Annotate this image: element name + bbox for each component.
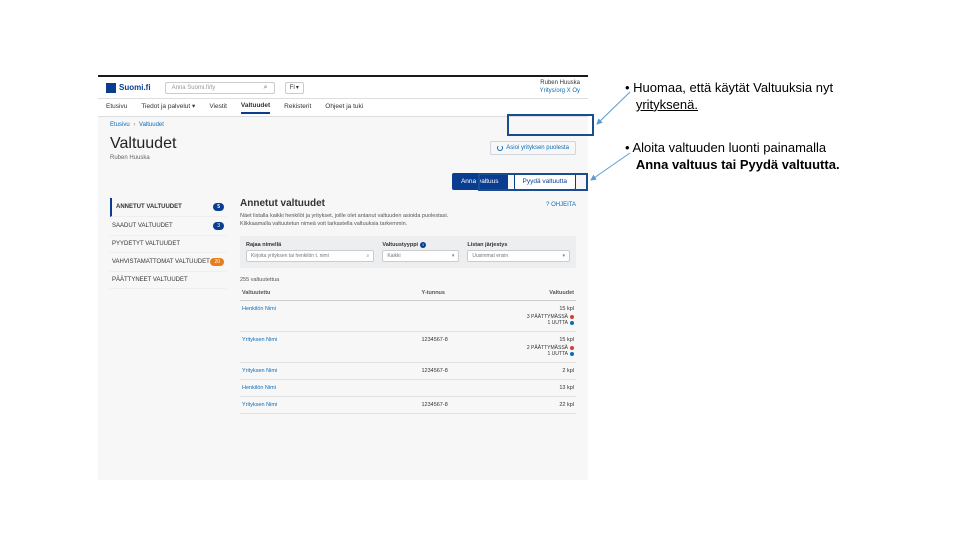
breadcrumb: Etusivu › Valtuudet: [98, 117, 588, 133]
sidebar-saadut[interactable]: SAADUT VALTUUDET3: [110, 217, 226, 236]
info-icon: i: [420, 242, 426, 248]
main-nav: Etusivu Tiedot ja palvelut ▾ Viestit Val…: [98, 99, 588, 117]
filter-sort-select[interactable]: Uusimmat ensin▾: [467, 250, 570, 262]
crumb-sep: ›: [133, 122, 135, 128]
result-count: 255 valtuutettua: [240, 274, 576, 286]
table-row[interactable]: Henkilön Nimi13 kpl: [240, 380, 576, 397]
search-icon: ⌕: [367, 253, 370, 259]
table-row[interactable]: Henkilön Nimi15 kpl3 PÄÄTTYMÄSSÄ1 UUTTA: [240, 301, 576, 332]
annotation-1: • Huomaa, että käytät Valtuuksia nyt yri…: [625, 80, 935, 114]
badge: 20: [210, 258, 224, 266]
search-placeholder: Anna Suomi.fi/ty: [172, 85, 216, 91]
badge: 5: [213, 203, 224, 211]
table-header: Valtuutettu Y-tunnus Valtuudet: [240, 286, 576, 301]
search-icon: ⌕: [264, 84, 268, 92]
nav-ohjeet[interactable]: Ohjeet ja tuki: [325, 103, 363, 113]
help-icon: ?: [546, 202, 549, 208]
action-buttons: Anna valtuus Pyydä valtuutta: [98, 169, 588, 198]
table-row[interactable]: Yrityksen Nimi1234567-82 kpl: [240, 363, 576, 380]
chevron-down-icon: ▾: [296, 84, 299, 91]
table-row[interactable]: Yrityksen Nimi1234567-815 kpl2 PÄÄTTYMÄS…: [240, 332, 576, 363]
app-screenshot: Suomi.fi Anna Suomi.fi/ty ⌕ FI▾ Ruben Hu…: [98, 75, 588, 480]
content-title: Annetut valtuudet: [240, 198, 325, 209]
logo-text: Suomi.fi: [119, 83, 151, 92]
main-area: ANNETUT VALTUUDET5 SAADUT VALTUUDET3 PYY…: [98, 198, 588, 414]
nav-tiedot[interactable]: Tiedot ja palvelut ▾: [141, 102, 195, 113]
content-desc: Näet listalla kaikki henkilöt ja yrityks…: [240, 213, 576, 228]
anna-valtuus-button[interactable]: Anna valtuus: [452, 173, 508, 190]
sidebar-paattyneet[interactable]: PÄÄTTYNEET VALTUUDET: [110, 272, 226, 289]
chevron-down-icon: ▾: [562, 253, 565, 259]
user-name: Ruben Huuska: [540, 80, 580, 87]
page-header: Valtuudet Ruben Huuska Asioi yrityksen p…: [98, 133, 588, 169]
logo-icon: [106, 83, 116, 93]
nav-valtuudet[interactable]: Valtuudet: [241, 102, 270, 114]
sidebar-pyydetyt[interactable]: PYYDETYT VALTUUDET: [110, 236, 226, 253]
badge: 3: [213, 222, 224, 230]
filter-bar: Rajaa nimellä Kirjoita yrityksen tai hen…: [240, 236, 576, 268]
crumb-current: Valtuudet: [139, 122, 164, 128]
sidebar-vahvistamattomat[interactable]: VAHVISTAMATTOMAT VALTUUDET20: [110, 253, 226, 272]
search-input[interactable]: Anna Suomi.fi/ty ⌕: [165, 82, 275, 94]
filter-name-label: Rajaa nimellä: [246, 242, 374, 248]
pyyda-valtuutta-button[interactable]: Pyydä valtuutta: [514, 173, 576, 190]
logo[interactable]: Suomi.fi: [106, 83, 151, 93]
user-info[interactable]: Ruben Huuska Yritys/org X Oy: [540, 80, 580, 94]
chevron-down-icon: ▾: [452, 253, 455, 259]
sidebar-annetut[interactable]: ANNETUT VALTUUDET5: [110, 198, 226, 217]
user-org: Yritys/org X Oy: [540, 88, 580, 95]
table-row[interactable]: Yrityksen Nimi1234567-822 kpl: [240, 397, 576, 414]
page-subtitle: Ruben Huuska: [110, 155, 176, 161]
help-link[interactable]: ? OHJEITA: [546, 202, 576, 208]
chevron-down-icon: ▾: [192, 103, 195, 110]
language-select[interactable]: FI▾: [285, 82, 304, 94]
switch-company-button[interactable]: Asioi yrityksen puolesta: [490, 141, 576, 155]
results-table: Valtuutettu Y-tunnus Valtuudet Henkilön …: [240, 286, 576, 414]
sidebar: ANNETUT VALTUUDET5 SAADUT VALTUUDET3 PYY…: [110, 198, 226, 414]
filter-type-select[interactable]: Kaikki▾: [382, 250, 459, 262]
crumb-home[interactable]: Etusivu: [110, 122, 130, 128]
nav-etusivu[interactable]: Etusivu: [106, 103, 127, 113]
filter-type-label: Valtuustyyppii: [382, 242, 459, 248]
refresh-icon: [497, 145, 503, 151]
topbar: Suomi.fi Anna Suomi.fi/ty ⌕ FI▾ Ruben Hu…: [98, 77, 588, 99]
page-title: Valtuudet: [110, 135, 176, 153]
nav-viestit[interactable]: Viestit: [209, 103, 227, 113]
filter-sort-label: Listan järjestys: [467, 242, 570, 248]
content: Annetut valtuudet ? OHJEITA Näet listall…: [240, 198, 576, 414]
nav-rekisterit[interactable]: Rekisterit: [284, 103, 311, 113]
annotation-2: • Aloita valtuuden luonti painamalla Ann…: [625, 140, 945, 174]
filter-name-input[interactable]: Kirjoita yrityksen tai henkilön t. nimi⌕: [246, 250, 374, 262]
